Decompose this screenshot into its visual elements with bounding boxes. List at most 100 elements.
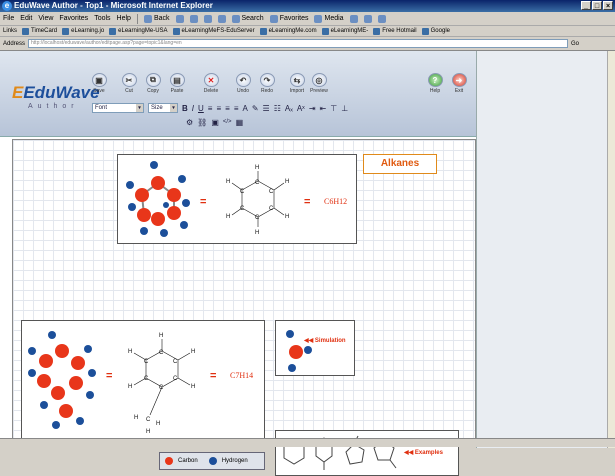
simulation-box[interactable]: ◀◀ Simulation <box>275 320 355 376</box>
examples-box[interactable]: ◀◀ Examples <box>275 430 459 476</box>
svg-text:C: C <box>255 180 260 186</box>
search-button[interactable]: Search <box>231 14 264 23</box>
svg-text:C: C <box>269 206 274 212</box>
svg-text:H: H <box>159 333 163 339</box>
bold-icon[interactable]: B <box>182 104 188 113</box>
cyclohexane-box[interactable]: = H H H H H H C C C C C C = C6H12 <box>117 154 357 244</box>
insert-toolbar: ⚙ ⛓ ▣ </> ▦ <box>186 117 243 127</box>
svg-text:H: H <box>255 165 259 171</box>
svg-text:C: C <box>255 215 260 221</box>
outdent-icon[interactable]: ⇤ <box>320 104 327 113</box>
svg-text:C: C <box>159 385 164 391</box>
save-button[interactable]: ▣ Save <box>88 73 110 94</box>
svg-text:H: H <box>226 179 230 185</box>
svg-text:H: H <box>134 415 138 421</box>
align-right-icon[interactable]: ≡ <box>225 104 230 113</box>
menu-edit[interactable]: Edit <box>20 15 32 22</box>
indent-icon[interactable]: ⇥ <box>309 104 316 113</box>
link-eduserver[interactable]: eLearningMeFS-EduServer <box>172 27 255 35</box>
favorites-button[interactable]: Favorites <box>269 14 308 23</box>
align-top-icon[interactable]: ⊤ <box>330 104 337 113</box>
eduwave-logo: EEduWave Author <box>12 83 100 123</box>
print-button[interactable] <box>377 14 386 23</box>
svg-text:=: = <box>106 370 112 382</box>
insert-table-icon[interactable]: ▦ <box>236 118 244 127</box>
links-bar: Links TimeCard eLearning.jo eLearningMe-… <box>0 26 615 37</box>
justify-icon[interactable]: ≡ <box>234 104 239 113</box>
history-icon <box>349 14 358 23</box>
legend-hydrogen: Hydrogen <box>221 458 248 464</box>
vertical-scrollbar[interactable] <box>607 51 615 448</box>
minimize-button[interactable]: _ <box>581 1 591 10</box>
align-left-icon[interactable]: ≡ <box>208 104 213 113</box>
link-elearningme-ar[interactable]: eLearningME- <box>321 27 368 35</box>
subscript-icon[interactable]: Aₓ <box>285 104 293 113</box>
menu-favorites[interactable]: Favorites <box>59 15 88 22</box>
insert-image-icon[interactable]: ⚙ <box>186 118 193 127</box>
maximize-button[interactable]: □ <box>592 1 602 10</box>
methylcyclohexane-box[interactable]: = HHH HH CCC CCC CHHH = C7H14 <box>21 320 265 446</box>
link-elearning-usa[interactable]: eLearningMe-USA <box>109 27 168 35</box>
simulation-link[interactable]: ◀◀ Simulation <box>304 337 346 344</box>
insert-link-icon[interactable]: ⛓ <box>197 118 207 127</box>
simulation-molecule-icon <box>286 330 312 372</box>
editing-canvas[interactable]: = HHH HHH CCC CCC = C6H12 Alkanes = H H … <box>12 139 476 476</box>
delete-button[interactable]: ✕ Delete <box>200 73 222 94</box>
redo-button[interactable]: ↷ Redo <box>256 73 278 94</box>
formula-c6h12: C6H12 <box>324 197 348 206</box>
refresh-button[interactable] <box>203 14 212 23</box>
font-select[interactable]: Font ▾ <box>92 103 144 113</box>
close-button[interactable]: × <box>603 1 613 10</box>
examples-link[interactable]: ◀◀ Examples <box>404 449 443 456</box>
link-free-hotmail[interactable]: Free Hotmail <box>373 27 417 35</box>
menu-tools[interactable]: Tools <box>94 15 110 22</box>
cut-button[interactable]: ✂ Cut <box>118 73 140 94</box>
format-toolbar: Font ▾ Size ▾ B I U ≡ ≡ ≡ ≡ A ✎ ☰ ☷ Aₓ Aˣ … <box>92 103 348 113</box>
insert-media-icon[interactable]: ▣ <box>211 118 219 127</box>
ie-page-icon <box>321 27 329 35</box>
address-input[interactable]: http://localhost/eduwave/author/editpage… <box>28 39 569 48</box>
bullet-list-icon[interactable]: ☰ <box>263 104 270 113</box>
mail-button[interactable] <box>363 14 372 23</box>
font-color-icon[interactable]: A <box>242 104 247 113</box>
scissors-icon: ✂ <box>121 73 137 87</box>
size-select[interactable]: Size ▾ <box>148 103 178 113</box>
undo-button[interactable]: ↶ Undo <box>232 73 254 94</box>
menu-file[interactable]: File <box>3 15 14 22</box>
link-timecard[interactable]: TimeCard <box>22 27 57 35</box>
link-google[interactable]: Google <box>421 27 450 35</box>
window-titlebar: e EduWave Author - Top1 - Microsoft Inte… <box>0 0 615 12</box>
preview-icon: ◎ <box>311 73 327 87</box>
forward-button[interactable] <box>175 14 184 23</box>
svg-text:H: H <box>226 214 230 220</box>
italic-icon[interactable]: I <box>192 104 194 113</box>
help-button[interactable]: ? Help <box>424 73 446 94</box>
ie-page-icon <box>62 27 70 35</box>
link-elearningme-com[interactable]: eLearningMe.com <box>259 27 317 35</box>
go-button[interactable]: Go <box>571 41 579 47</box>
html-source-icon[interactable]: </> <box>223 119 232 125</box>
number-list-icon[interactable]: ☷ <box>274 104 281 113</box>
menu-help[interactable]: Help <box>117 15 131 22</box>
highlight-icon[interactable]: ✎ <box>252 104 259 113</box>
align-center-icon[interactable]: ≡ <box>216 104 221 113</box>
svg-text:=: = <box>200 196 206 208</box>
superscript-icon[interactable]: Aˣ <box>297 104 305 113</box>
preview-button[interactable]: ◎ Preview <box>308 73 330 94</box>
ie-page-icon <box>259 27 267 35</box>
media-button[interactable]: Media <box>314 14 344 23</box>
alkanes-title[interactable]: Alkanes <box>363 154 437 174</box>
link-elearning-jo[interactable]: eLearning.jo <box>62 27 104 35</box>
exit-button[interactable]: ➜ Exit <box>448 73 470 94</box>
history-button[interactable] <box>349 14 358 23</box>
menu-view[interactable]: View <box>38 15 53 22</box>
underline-icon[interactable]: U <box>198 104 204 113</box>
ie-page-icon <box>373 27 381 35</box>
home-button[interactable] <box>217 14 226 23</box>
import-button[interactable]: ⇆ Import <box>286 73 308 94</box>
stop-button[interactable] <box>189 14 198 23</box>
paste-button[interactable]: ▤ Paste <box>166 73 188 94</box>
align-bottom-icon[interactable]: ⊥ <box>341 104 348 113</box>
copy-button[interactable]: ⧉ Copy <box>142 73 164 94</box>
back-button[interactable]: Back <box>143 14 170 23</box>
